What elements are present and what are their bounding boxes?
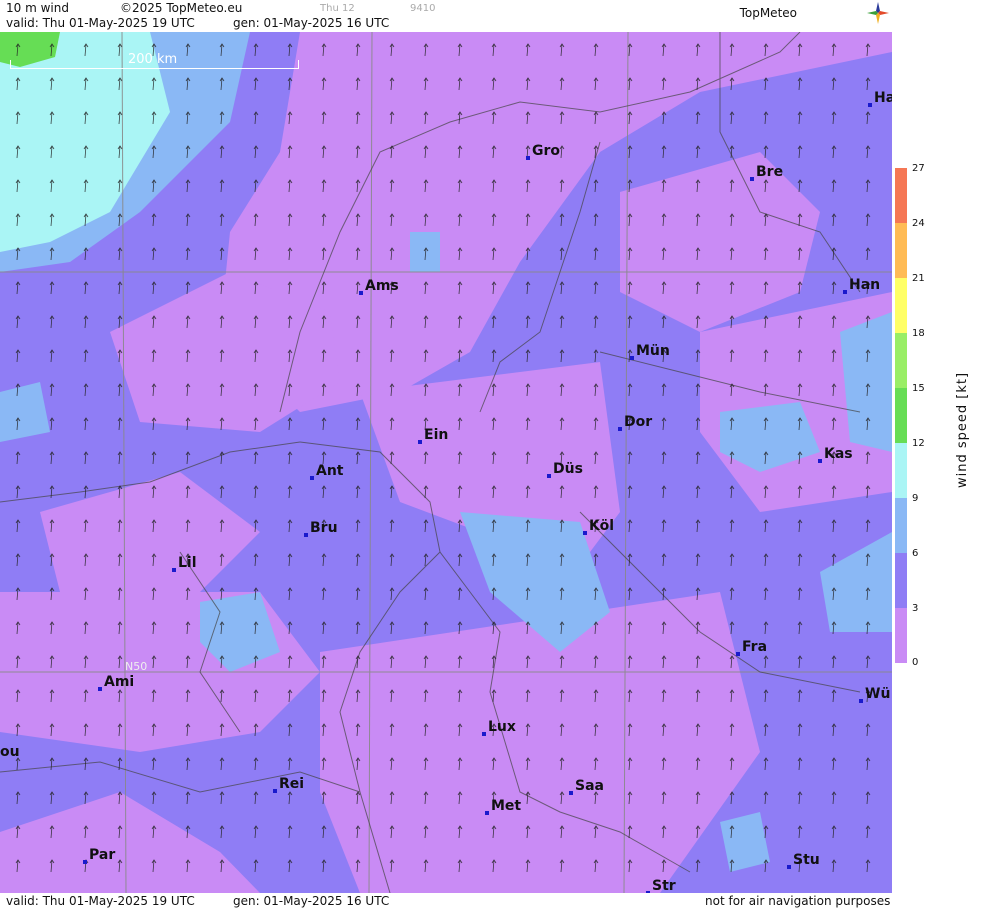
legend-tick: 6 [912, 548, 919, 559]
legend-tick: 3 [912, 603, 919, 614]
map-header: 10 m wind ©2025 TopMeteo.eu Thu 12 9410 … [0, 0, 892, 32]
city-label: Fra [735, 639, 768, 656]
step-code: 9410 [410, 3, 436, 14]
compass-star-icon [867, 2, 889, 24]
city-label: Rei [272, 776, 305, 793]
legend-tick: 27 [912, 163, 925, 174]
city-label: Ein [417, 427, 449, 444]
footer-gen-time: gen: 01-May-2025 16 UTC [233, 894, 390, 908]
gen-time: gen: 01-May-2025 16 UTC [233, 16, 390, 30]
city-label: Köl [582, 518, 615, 535]
brand-logo: TopMeteo [739, 6, 797, 20]
city-label: Met [484, 798, 522, 815]
city-label: Ha [867, 90, 892, 107]
legend-tick: 21 [912, 273, 925, 284]
color-scale-bar [895, 168, 907, 663]
wind-map[interactable]: 200 km N50 Ha Gro Bre Ams Han Mün Dor Ei… [0, 32, 892, 893]
disclaimer: not for air navigation purposes [705, 894, 891, 908]
city-label: Bru [304, 520, 338, 537]
legend-tick: 15 [912, 383, 925, 394]
city-label: Stu [787, 852, 820, 869]
wind-speed-field [0, 32, 892, 893]
scale-label: 200 km [128, 52, 178, 67]
city-label: Ami [97, 674, 135, 691]
city-label: Wü [858, 686, 891, 703]
city-label: Saa [569, 778, 604, 795]
city-label: Str [646, 878, 676, 893]
city-label: Lux [482, 719, 516, 736]
latitude-label: N50 [125, 660, 148, 673]
map-footer: valid: Thu 01-May-2025 19 UTC gen: 01-Ma… [0, 893, 892, 909]
city-label: Mün [630, 343, 670, 360]
copyright: ©2025 TopMeteo.eu [120, 1, 243, 15]
legend-tick: 24 [912, 218, 925, 229]
city-label: Dor [617, 414, 653, 431]
color-legend: 27 24 21 18 15 12 9 6 3 0 wind speed [kt… [892, 0, 983, 909]
legend-tick: 9 [912, 493, 919, 504]
city-label: Han [842, 277, 881, 294]
city-label: Gro [525, 143, 561, 160]
product-title: 10 m wind [6, 1, 69, 15]
city-label: Ams [359, 278, 399, 295]
city-label: Lil [172, 555, 197, 572]
valid-time: valid: Thu 01-May-2025 19 UTC [6, 16, 195, 30]
city-label: Bre [749, 164, 784, 181]
legend-tick: 12 [912, 438, 925, 449]
legend-tick: 18 [912, 328, 925, 339]
city-label: Ant [310, 463, 344, 480]
city-label: Düs [547, 461, 583, 478]
city-label: Kas [818, 446, 853, 463]
step-day: Thu 12 [320, 3, 355, 14]
city-label: ou [0, 744, 20, 760]
city-label: Par [82, 847, 116, 864]
legend-tick: 0 [912, 657, 919, 668]
footer-valid-time: valid: Thu 01-May-2025 19 UTC [6, 894, 195, 908]
legend-title: wind speed [kt] [955, 371, 970, 488]
